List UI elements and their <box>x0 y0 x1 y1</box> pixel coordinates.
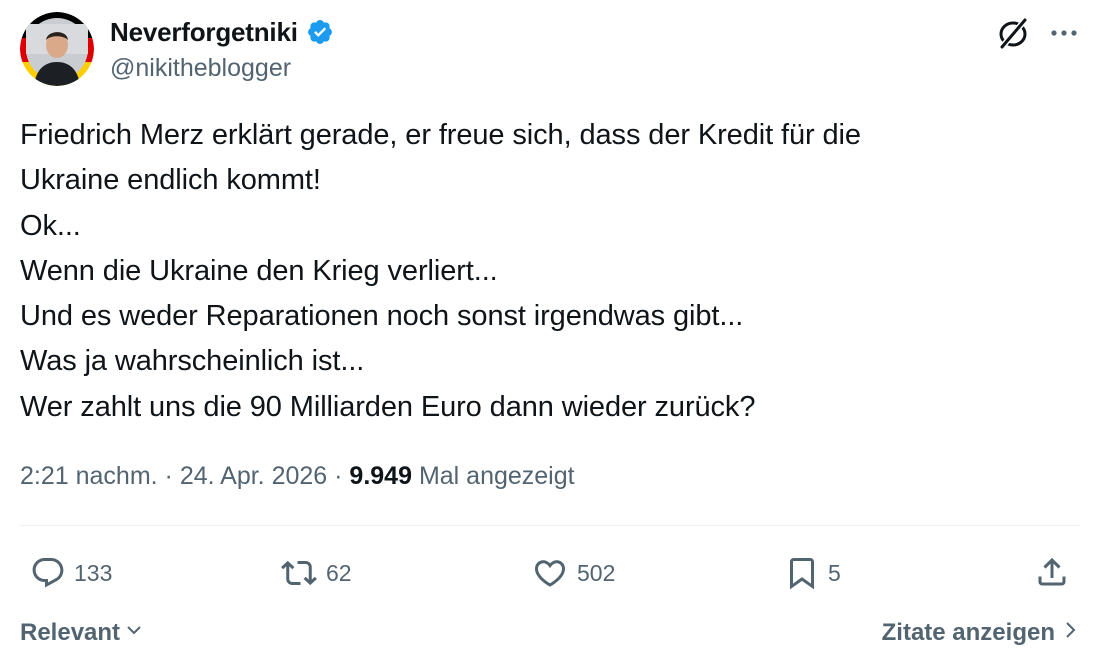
tweet-metadata: 2:21 nachm. · 24. Apr. 2026 · 9.949 Mal … <box>20 462 575 491</box>
reply-icon <box>30 555 66 591</box>
grok-icon[interactable] <box>996 16 1030 50</box>
like-count: 502 <box>577 559 616 586</box>
repost-icon <box>280 555 318 591</box>
avatar[interactable] <box>20 12 94 86</box>
repost-count: 62 <box>326 559 352 586</box>
tweet-line: Wer zahlt uns die 90 Milliarden Euro dan… <box>20 390 756 423</box>
views-count: 9.949 <box>349 462 412 490</box>
view-quotes-link[interactable]: Zitate anzeigen <box>882 617 1077 649</box>
like-button[interactable]: 502 <box>531 553 615 593</box>
tweet-line: Friedrich Merz erklärt gerade, er freue … <box>20 119 861 151</box>
share-icon[interactable] <box>1034 554 1070 590</box>
tweet-line: Ukraine endlich kommt! <box>20 164 321 197</box>
tweet-time[interactable]: 2:21 nachm. <box>20 462 158 490</box>
tweet-date[interactable]: 24. Apr. 2026 <box>180 462 327 490</box>
sort-label: Relevant <box>20 619 121 646</box>
bookmark-icon <box>784 555 820 591</box>
views-label: Mal angezeigt <box>418 462 575 490</box>
author-handle[interactable]: @nikitheblogger <box>110 54 291 83</box>
bookmark-count: 5 <box>828 559 841 586</box>
repost-button[interactable]: 62 <box>280 553 352 593</box>
display-name-row: Neverforgetniki <box>110 14 334 50</box>
quotes-label: Zitate anzeigen <box>881 619 1055 646</box>
reply-button[interactable]: 133 <box>30 553 112 593</box>
verified-badge-icon[interactable] <box>306 18 334 46</box>
tweet-text: Friedrich Merz erklärt gerade, er freue … <box>20 113 1080 430</box>
divider <box>20 525 1081 526</box>
tweet-line: Und es weder Reparationen noch sonst irg… <box>20 300 744 333</box>
chevron-right-icon <box>1055 619 1077 648</box>
tweet-line: Ok... <box>20 209 81 242</box>
tweet-line: Was ja wahrscheinlich ist... <box>20 345 365 378</box>
meta-separator: · <box>164 462 173 490</box>
heart-icon <box>531 555 569 591</box>
display-name[interactable]: Neverforgetniki <box>110 17 298 48</box>
chevron-down-icon <box>120 619 144 647</box>
reply-count: 133 <box>74 559 113 586</box>
sort-replies-dropdown[interactable]: Relevant <box>20 617 144 649</box>
bookmark-button[interactable]: 5 <box>784 553 841 593</box>
tweet-line: Wenn die Ukraine den Krieg verliert... <box>20 254 498 287</box>
meta-separator: · <box>334 462 343 490</box>
more-horizontal-icon[interactable] <box>1049 20 1079 46</box>
